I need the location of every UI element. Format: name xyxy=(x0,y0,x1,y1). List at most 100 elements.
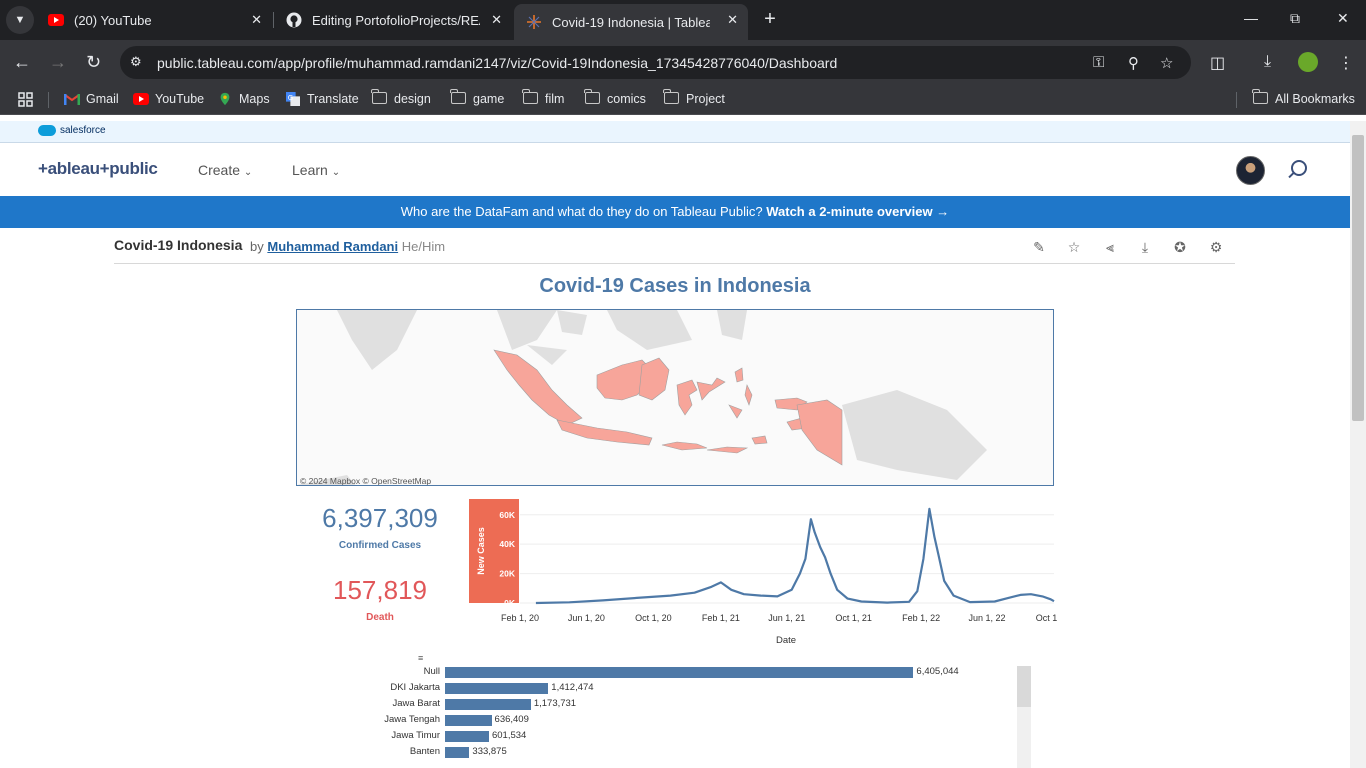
folder-icon xyxy=(371,89,387,104)
bookmark-label: Maps xyxy=(239,92,270,106)
x-tick-label: Oct 1, 22 xyxy=(1036,613,1058,623)
profile-avatar[interactable] xyxy=(1298,52,1318,72)
bookmark-folder-design[interactable]: design xyxy=(371,89,431,106)
password-key-icon[interactable]: ⚿ xyxy=(1093,54,1104,71)
x-tick-label: Feb 1, 21 xyxy=(702,613,740,623)
bar-value-label: 601,534 xyxy=(491,730,527,741)
search-icon[interactable] xyxy=(1291,160,1307,176)
edit-icon[interactable]: ✎ xyxy=(1031,239,1047,255)
bar[interactable] xyxy=(445,747,470,758)
site-info-icon[interactable]: ⚙ xyxy=(130,54,146,70)
tab-youtube[interactable]: (20) YouTube ✕ xyxy=(36,0,272,40)
nav-learn[interactable]: Learn ⌄ xyxy=(292,162,340,178)
bar-category-label: DKI Jakarta xyxy=(390,682,440,693)
close-window-icon[interactable]: ✕ xyxy=(1337,10,1349,27)
web-page: salesforce +ableau+public Create ⌄ Learn… xyxy=(0,121,1350,768)
tab-tableau[interactable]: Covid-19 Indonesia | Tableau Public ✕ xyxy=(514,4,748,40)
folder-icon xyxy=(1252,89,1268,104)
scrollbar-thumb[interactable] xyxy=(1017,666,1031,707)
download-icon[interactable]: ⤓ xyxy=(1137,239,1153,255)
forward-icon[interactable]: → xyxy=(49,52,67,72)
bookmarks-bar: Gmail YouTube Maps G Translate design ga… xyxy=(0,85,1366,115)
x-tick-label: Oct 1, 20 xyxy=(635,613,672,623)
svg-text:G: G xyxy=(288,94,293,102)
zoom-icon[interactable]: ⚲ xyxy=(1128,54,1139,72)
badge-icon[interactable]: ✪ xyxy=(1172,239,1188,255)
chevron-down-icon: ⌄ xyxy=(331,167,341,178)
bookmark-maps[interactable]: Maps xyxy=(217,92,270,106)
browser-toolbar: ← → ↻ ⚙ public.tableau.com/app/profile/m… xyxy=(0,40,1366,85)
viz-byline: by Muhammad Ramdani He/Him xyxy=(250,239,445,254)
y-tick-label: 20K xyxy=(499,569,515,579)
extensions-icon[interactable]: ◫ xyxy=(1210,53,1225,73)
x-tick-label: Jun 1, 20 xyxy=(568,613,605,623)
bar-category-label: Jawa Tengah xyxy=(384,714,440,725)
viz-title: Covid-19 Indonesia xyxy=(114,237,243,253)
bar[interactable] xyxy=(445,683,549,694)
bookmark-youtube[interactable]: YouTube xyxy=(133,92,204,106)
bookmark-gmail[interactable]: Gmail xyxy=(64,92,119,106)
viz-header: Covid-19 Indonesia by Muhammad Ramdani H… xyxy=(114,236,1235,264)
banner-link[interactable]: Watch a 2-minute overview → xyxy=(766,204,949,219)
bar[interactable] xyxy=(445,731,489,742)
download-icon[interactable]: ⤓ xyxy=(1264,53,1271,71)
page-scrollbar[interactable] xyxy=(1350,121,1366,768)
restore-icon[interactable]: ⧉ xyxy=(1290,10,1300,27)
url-text[interactable]: public.tableau.com/app/profile/muhammad.… xyxy=(157,55,837,71)
salesforce-logo[interactable]: salesforce xyxy=(38,125,106,136)
minimize-icon[interactable]: — xyxy=(1244,10,1258,26)
youtube-icon xyxy=(48,14,64,26)
apps-icon[interactable] xyxy=(18,92,33,107)
x-tick-label: Feb 1, 22 xyxy=(902,613,940,623)
tab-github[interactable]: Editing PortofolioProjects/README ✕ xyxy=(274,0,512,40)
bar[interactable] xyxy=(445,715,492,726)
tableau-public-logo[interactable]: +ableau+public xyxy=(38,159,158,179)
x-axis-label: Date xyxy=(776,635,796,646)
confirmed-cases-label: Confirmed Cases xyxy=(338,540,422,551)
page-scrollbar-thumb[interactable] xyxy=(1352,135,1364,421)
settings-gear-icon[interactable]: ⚙ xyxy=(1208,239,1224,255)
salesforce-cloud-icon xyxy=(38,125,56,136)
bar[interactable] xyxy=(445,699,531,710)
user-avatar[interactable] xyxy=(1236,156,1265,185)
new-cases-line-chart[interactable]: New Cases 60K 40K 20K 0K Feb 1, 20 Jun 1, 20 Oc… xyxy=(468,499,1072,649)
share-icon[interactable]: ⫷ xyxy=(1102,239,1118,255)
bar-category-label: Null xyxy=(423,666,440,677)
bookmark-folder-project[interactable]: Project xyxy=(663,89,725,106)
bookmark-folder-comics[interactable]: comics xyxy=(584,89,646,106)
province-bar-chart[interactable]: ≡ Null 6,405,044 DKI Jakarta 1,412,474 Jawa … xyxy=(340,649,1040,768)
menu-icon[interactable]: ⋮ xyxy=(1338,53,1354,73)
new-tab-button[interactable]: + xyxy=(758,8,782,32)
bar[interactable] xyxy=(445,667,914,678)
bar-category-label: Jawa Timur xyxy=(391,730,440,741)
by-text: by xyxy=(250,239,264,254)
nav-create[interactable]: Create ⌄ xyxy=(198,162,252,178)
x-tick-label: Feb 1, 20 xyxy=(501,613,539,623)
province-shapes xyxy=(493,349,843,466)
x-tick-label: Oct 1, 21 xyxy=(835,613,872,623)
bookmark-star-icon[interactable]: ☆ xyxy=(1160,54,1173,72)
bookmark-folder-film[interactable]: film xyxy=(522,89,564,106)
favorite-star-icon[interactable]: ☆ xyxy=(1066,239,1082,255)
indonesia-map[interactable]: © 2024 Mapbox © OpenStreetMap xyxy=(296,309,1054,486)
back-icon[interactable]: ← xyxy=(13,52,31,72)
author-link[interactable]: Muhammad Ramdani xyxy=(267,239,398,254)
y-tick-label: 40K xyxy=(499,539,515,549)
all-bookmarks[interactable]: All Bookmarks xyxy=(1252,89,1355,106)
bar-chart-scrollbar[interactable] xyxy=(1017,666,1031,768)
close-icon[interactable]: ✕ xyxy=(491,12,502,28)
site-header: +ableau+public Create ⌄ Learn ⌄ xyxy=(0,143,1350,196)
close-icon[interactable]: ✕ xyxy=(727,12,738,28)
reload-icon[interactable]: ↻ xyxy=(86,52,101,72)
bookmark-label: Project xyxy=(686,92,725,106)
x-tick-label: Jun 1, 21 xyxy=(768,613,805,623)
promo-banner: Who are the DataFam and what do they do … xyxy=(0,196,1350,228)
close-icon[interactable]: ✕ xyxy=(251,12,262,28)
maps-icon xyxy=(220,92,230,106)
bookmark-label: YouTube xyxy=(155,92,205,106)
address-bar[interactable]: ⚙ public.tableau.com/app/profile/muhamma… xyxy=(120,46,1191,79)
tab-search-button[interactable]: ▼ xyxy=(6,6,34,34)
bookmark-folder-game[interactable]: game xyxy=(450,89,504,106)
sort-icon[interactable]: ≡ xyxy=(418,654,428,663)
bookmark-translate[interactable]: G Translate xyxy=(285,92,359,106)
